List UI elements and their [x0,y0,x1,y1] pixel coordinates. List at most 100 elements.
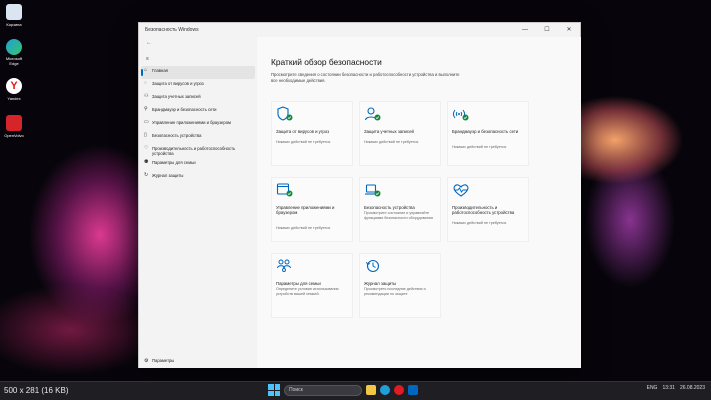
sidebar-item-label: Защита учетных записей [152,94,201,99]
family-icon: ⚉ [144,159,149,165]
wifi-icon: ⚲ [144,106,148,112]
taskbar: 500 x 281 (16 KB) Поиск ENG 13:31 26.08.… [0,381,711,400]
history-clock-icon [364,258,382,274]
tile-protection-history[interactable]: Журнал защиты Просмотреть последние дейс… [359,253,441,318]
edge-icon [6,39,22,55]
tile-account-protection[interactable]: Защита учетных записей Никаких действий … [359,101,441,166]
sidebar-item-label: Производительность и работоспособность у… [152,146,236,156]
desktop-icon-label: Microsoft Edge [5,56,23,66]
sidebar-item-device-security[interactable]: ▯ Безопасность устройства [141,131,255,144]
sidebar-item-label: Параметры для семьи [152,160,196,165]
tile-status: Никаких действий не требуется. [276,140,332,144]
desktop-icon-openvolvo[interactable]: OpenVolvo [3,115,25,138]
minimize-button[interactable]: — [514,23,536,37]
tile-status: Просмотрите состояние и управляйте функц… [364,211,433,220]
tile-status: Никаких действий не требуется. [452,145,508,149]
tile-title: Защита от вирусов и угроз [276,129,330,134]
laptop-check-icon [364,182,382,198]
tile-status: Никаких действий не требуется. [452,221,508,225]
tile-title: Журнал защиты [364,281,397,286]
maximize-button[interactable]: ☐ [536,23,558,37]
back-arrow-icon[interactable]: ← [146,40,152,46]
tile-firewall[interactable]: Брандмауэр и безопасность сети Никаких д… [447,101,529,166]
edge-icon[interactable] [380,385,390,395]
person-icon: ⚇ [144,93,149,99]
desktop-icon-label: Yandex [7,96,21,101]
sidebar-item-label: Защита от вирусов и угроз [152,81,204,86]
tile-device-performance[interactable]: Производительность и работоспособность у… [447,177,529,242]
window-title: Безопасность Windows [145,27,199,33]
browser-check-icon [276,182,294,198]
clock-time[interactable]: 13:31 [662,385,675,391]
desktop-icon-label: Корзина [6,22,22,27]
tile-title: Параметры для семьи [276,281,321,286]
taskbar-center: Поиск [268,384,418,396]
taskbar-search-box[interactable]: Поиск [284,384,362,396]
tile-status: Никаких действий не требуется. [276,226,332,230]
main-content: Краткий обзор безопасности Просмотрите с… [257,37,581,368]
sidebar-item-firewall[interactable]: ⚲ Брандмауэр и безопасность сети [141,105,255,118]
sidebar-item-account-protection[interactable]: ⚇ Защита учетных записей [141,92,255,105]
tile-title: Брандмауэр и безопасность сети [452,129,519,134]
desktop-icon-label: OpenVolvo [4,133,24,138]
language-indicator[interactable]: ENG [647,385,658,391]
heart-pulse-icon [452,182,470,198]
tile-status: Определите условия использования устройс… [276,287,339,296]
shield-check-icon [276,106,294,122]
close-button[interactable]: ✕ [558,23,580,37]
sidebar-item-virus-protection[interactable]: ◌ Защита от вирусов и угроз [141,79,255,92]
heart-icon: ♡ [144,145,149,151]
sidebar-item-app-browser-control[interactable]: ▭ Управление приложениями и браузером [141,118,255,131]
taskbar-search-label: Поиск [289,387,303,393]
tile-status: Никаких действий не требуется. [364,140,420,144]
tile-status: Просмотреть последние действия и рекомен… [364,287,426,296]
sidebar-item-label: Журнал защиты [152,173,184,178]
sidebar: ← ≡ ⌂ Главная ◌ Защита от вирусов и угро… [139,37,257,368]
page-title: Краткий обзор безопасности [271,57,382,67]
wifi-check-icon [452,106,470,122]
sidebar-item-label: Управление приложениями и браузером [152,120,231,125]
tile-title: Управление приложениями и браузером [276,205,335,216]
yandex-icon[interactable] [394,385,404,395]
system-tray: ENG 13:31 26.08.2023 [647,385,705,391]
sidebar-item-label: Брандмауэр и безопасность сети [152,107,217,112]
yandex-icon: Y [6,78,22,94]
sidebar-item-family-options[interactable]: ⚉ Параметры для семьи [141,158,255,171]
recycle-bin-icon [6,4,22,20]
desktop-icon-recycle-bin[interactable]: Корзина [3,4,25,27]
sidebar-item-protection-history[interactable]: ↻ Журнал защиты [141,171,255,184]
tile-virus-protection[interactable]: Защита от вирусов и угроз Никаких действ… [271,101,353,166]
sidebar-item-label: Главная [152,68,168,73]
sidebar-item-label: Безопасность устройства [152,133,202,138]
shield-icon: ◌ [144,80,147,86]
desktop-icon-yandex[interactable]: Y Yandex [3,78,25,101]
openvolvo-icon [6,115,22,131]
tile-family-options[interactable]: Параметры для семьи Определите условия и… [271,253,353,318]
image-size-note: 500 x 281 (16 KB) [4,386,69,395]
sidebar-item-home[interactable]: ⌂ Главная [141,66,255,79]
nav-list: ⌂ Главная ◌ Защита от вирусов и угроз ⚇ … [141,66,255,184]
hamburger-menu-icon[interactable]: ≡ [146,56,149,62]
sidebar-item-device-performance[interactable]: ♡ Производительность и работоспособность… [141,144,255,158]
windows-security-icon[interactable] [408,385,418,395]
person-check-icon [364,106,382,122]
clock-date[interactable]: 26.08.2023 [680,385,705,391]
title-bar[interactable]: Безопасность Windows — ☐ ✕ [139,23,580,37]
laptop-icon: ▯ [144,132,147,138]
sidebar-item-label: Параметры [152,358,175,363]
file-explorer-icon[interactable] [366,385,376,395]
tile-title: Защита учетных записей [364,129,414,134]
desktop-icon-edge[interactable]: Microsoft Edge [3,39,25,66]
tile-app-browser-control[interactable]: Управление приложениями и браузером Ника… [271,177,353,242]
tile-device-security[interactable]: Безопасность устройства Просмотрите сост… [359,177,441,242]
home-icon: ⌂ [144,67,148,73]
page-description: Просмотрите сведения о состоянии безопас… [271,72,460,83]
history-icon: ↻ [144,172,149,178]
gear-icon: ⚙ [144,358,149,364]
tile-title: Производительность и работоспособность у… [452,205,515,216]
windows-security-window: Безопасность Windows — ☐ ✕ ← ≡ ⌂ Главная… [138,22,581,368]
sidebar-item-settings[interactable]: ⚙ Параметры [144,358,174,364]
tile-title: Безопасность устройства [364,205,415,210]
family-icon [276,258,294,274]
windows-start-icon[interactable] [268,384,280,396]
